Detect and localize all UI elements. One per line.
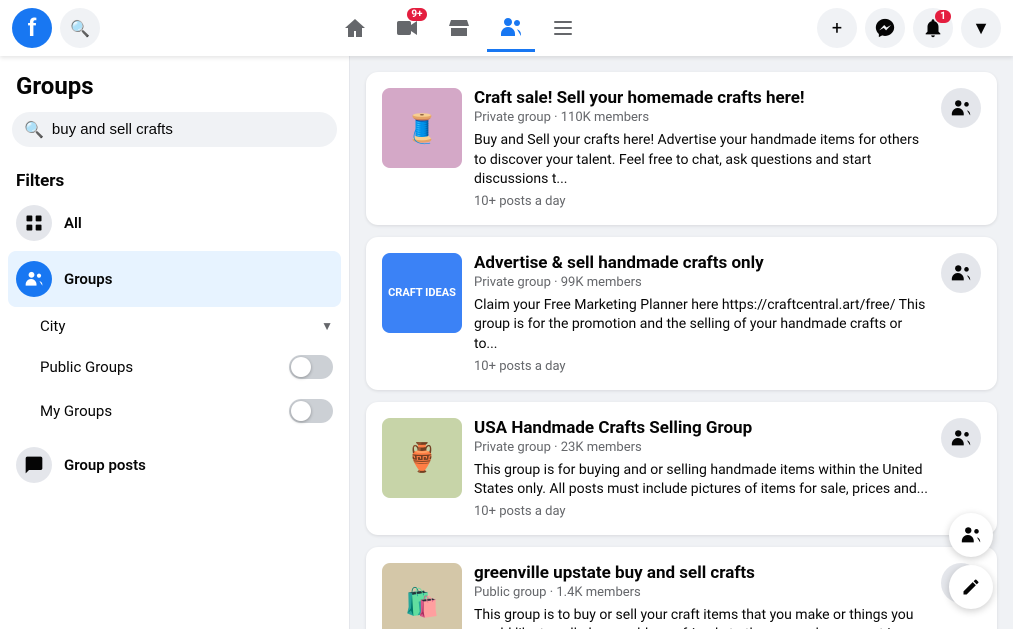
sidebar: Groups 🔍 Filters All Groups City ▼ <box>0 56 350 629</box>
my-groups-filter-row[interactable]: My Groups <box>32 389 341 433</box>
nav-marketplace-button[interactable] <box>435 4 483 52</box>
notifications-button[interactable]: 1 <box>913 8 953 48</box>
group-avatar-2: CRAFT IDEAS <box>382 253 462 333</box>
group-join-button-1[interactable] <box>941 88 981 128</box>
account-dropdown-button[interactable]: ▼ <box>961 8 1001 48</box>
toggle-knob <box>291 357 311 377</box>
public-groups-filter-row[interactable]: Public Groups <box>32 345 341 389</box>
filters-heading: Filters <box>8 163 341 195</box>
messenger-icon <box>874 17 896 39</box>
my-groups-toggle[interactable] <box>289 399 333 423</box>
main-layout: Groups 🔍 Filters All Groups City ▼ <box>0 56 1013 629</box>
group-posts-filter-label: Group posts <box>64 456 146 474</box>
notification-badge: 1 <box>935 10 951 23</box>
group-card-1: 🧵 Craft sale! Sell your homemade crafts … <box>366 72 997 225</box>
nav-home-button[interactable] <box>331 4 379 52</box>
group-card-2: CRAFT IDEAS Advertise & sell handmade cr… <box>366 237 997 390</box>
group-name-1[interactable]: Craft sale! Sell your homemade crafts he… <box>474 88 929 108</box>
home-icon <box>343 16 367 40</box>
all-filter-icon <box>16 205 52 241</box>
my-groups-filter-label: My Groups <box>40 402 112 420</box>
avatar-text-2: CRAFT IDEAS <box>388 286 456 299</box>
group-desc-3: This group is for buying and or selling … <box>474 461 929 500</box>
fab-area <box>949 513 993 609</box>
create-button[interactable]: + <box>817 8 857 48</box>
group-avatar-3: 🏺 <box>382 418 462 498</box>
filter-group-posts[interactable]: Group posts <box>8 437 341 493</box>
nav-menu-button[interactable] <box>539 4 587 52</box>
group-meta-1: Private group · 110K members <box>474 110 929 125</box>
group-card-3: 🏺 USA Handmade Crafts Selling Group Priv… <box>366 402 997 535</box>
group-card-4: 🛍️ greenville upstate buy and sell craft… <box>366 547 997 629</box>
menu-icon <box>551 16 575 40</box>
nav-groups-button[interactable] <box>487 4 535 52</box>
group-avatar-1: 🧵 <box>382 88 462 168</box>
group-posts-2: 10+ posts a day <box>474 359 929 374</box>
group-join-button-2[interactable] <box>941 253 981 293</box>
group-name-2[interactable]: Advertise & sell handmade crafts only <box>474 253 929 273</box>
top-navigation: f 🔍 9+ + 1 <box>0 0 1013 56</box>
global-search-button[interactable]: 🔍 <box>60 8 100 48</box>
group-info-3: USA Handmade Crafts Selling Group Privat… <box>474 418 929 519</box>
filter-groups[interactable]: Groups <box>8 251 341 307</box>
group-meta-2: Private group · 99K members <box>474 275 929 290</box>
avatar-emoji-3: 🏺 <box>405 441 440 474</box>
search-icon: 🔍 <box>24 120 44 139</box>
city-chevron-icon: ▼ <box>321 319 333 333</box>
all-filter-label: All <box>64 214 82 232</box>
group-meta-4: Public group · 1.4K members <box>474 585 929 600</box>
group-join-button-3[interactable] <box>941 418 981 458</box>
group-info-2: Advertise & sell handmade crafts only Pr… <box>474 253 929 374</box>
group-desc-1: Buy and Sell your crafts here! Advertise… <box>474 131 929 190</box>
groups-filter-icon <box>16 261 52 297</box>
group-posts-1: 10+ posts a day <box>474 194 929 209</box>
group-info-4: greenville upstate buy and sell crafts P… <box>474 563 929 629</box>
nav-left: f 🔍 <box>12 8 100 48</box>
nav-video-button[interactable]: 9+ <box>383 4 431 52</box>
groups-icon <box>499 15 523 39</box>
facebook-logo[interactable]: f <box>12 8 52 48</box>
fab-edit-button[interactable] <box>949 565 993 609</box>
group-desc-2: Claim your Free Marketing Planner here h… <box>474 296 929 355</box>
video-badge: 9+ <box>407 8 426 21</box>
group-name-4[interactable]: greenville upstate buy and sell crafts <box>474 563 929 583</box>
fab-groups-button[interactable] <box>949 513 993 557</box>
group-avatar-4: 🛍️ <box>382 563 462 629</box>
sidebar-title: Groups <box>8 72 341 112</box>
avatar-emoji-4: 🛍️ <box>405 586 440 619</box>
city-filter-label: City <box>40 317 65 335</box>
search-icon: 🔍 <box>70 19 90 38</box>
group-info-1: Craft sale! Sell your homemade crafts he… <box>474 88 929 209</box>
city-filter-row[interactable]: City ▼ <box>32 307 341 345</box>
public-groups-filter-label: Public Groups <box>40 358 133 376</box>
sub-filters: City ▼ Public Groups My Groups <box>8 307 341 433</box>
toggle-knob <box>291 401 311 421</box>
messenger-button[interactable] <box>865 8 905 48</box>
groups-filter-label: Groups <box>64 270 112 288</box>
public-groups-toggle[interactable] <box>289 355 333 379</box>
nav-right: + 1 ▼ <box>817 8 1001 48</box>
dropdown-arrow-icon: ▼ <box>972 18 990 39</box>
group-meta-3: Private group · 23K members <box>474 440 929 455</box>
avatar-emoji-1: 🧵 <box>405 112 440 145</box>
group-posts-3: 10+ posts a day <box>474 504 929 519</box>
search-results: 🧵 Craft sale! Sell your homemade crafts … <box>350 56 1013 629</box>
groups-search-box[interactable]: 🔍 <box>12 112 337 147</box>
nav-center: 9+ <box>331 4 587 52</box>
group-name-3[interactable]: USA Handmade Crafts Selling Group <box>474 418 929 438</box>
groups-search-input[interactable] <box>52 121 325 138</box>
plus-icon: + <box>832 18 842 39</box>
filter-all[interactable]: All <box>8 195 341 251</box>
group-desc-4: This group is to buy or sell your craft … <box>474 606 929 629</box>
group-posts-filter-icon <box>16 447 52 483</box>
fb-letter: f <box>28 14 37 42</box>
marketplace-icon <box>447 16 471 40</box>
